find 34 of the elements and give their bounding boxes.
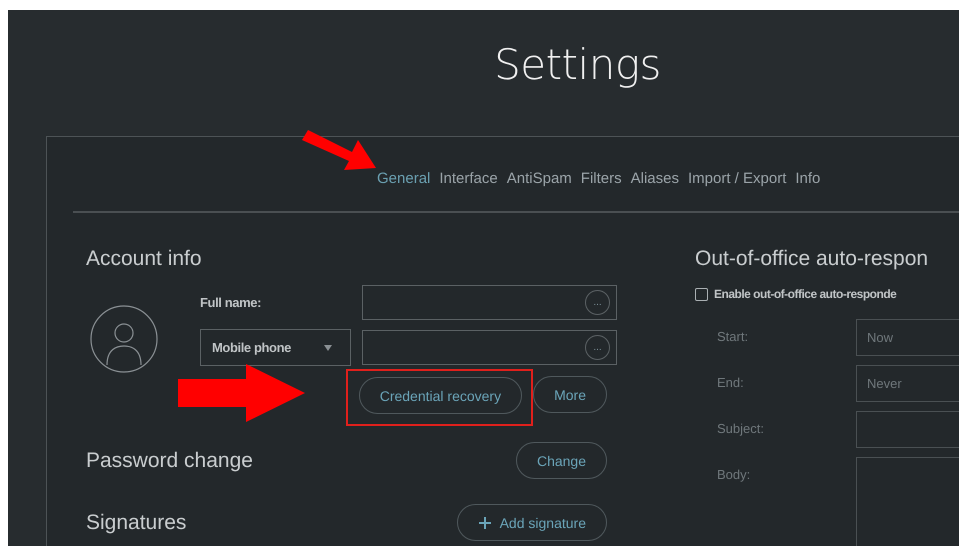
caret-icon bbox=[324, 344, 332, 350]
section-heading: Password change bbox=[86, 448, 253, 472]
page-title: Settings bbox=[494, 40, 661, 91]
more-options-button[interactable]: ... bbox=[585, 290, 610, 315]
settings-tab[interactable]: AntiSpam bbox=[506, 167, 572, 189]
settings-tab[interactable]: Info bbox=[795, 167, 820, 189]
settings-tab[interactable]: Filters bbox=[580, 167, 622, 189]
plus-icon bbox=[478, 516, 492, 530]
settings-tab[interactable]: Import / Export bbox=[688, 167, 786, 189]
pill-button[interactable]: Credential recovery bbox=[358, 377, 522, 414]
arrow-icon bbox=[178, 364, 306, 422]
field-label: End: bbox=[717, 374, 745, 390]
change-button[interactable]: Change bbox=[516, 442, 607, 479]
input-field[interactable]: Never bbox=[856, 365, 959, 402]
settings-tab[interactable]: Aliases bbox=[630, 167, 679, 189]
field-label: Full name: bbox=[200, 295, 262, 310]
section-heading: Signatures bbox=[86, 510, 186, 534]
pill-button[interactable]: More bbox=[533, 376, 607, 413]
checkbox-label: Enable out-of-office auto-responde bbox=[714, 287, 896, 301]
checkbox[interactable] bbox=[695, 288, 708, 300]
field-label: Body: bbox=[717, 466, 752, 482]
input-field[interactable]: ... bbox=[362, 285, 617, 320]
more-options-button[interactable]: ... bbox=[585, 335, 610, 360]
input-field[interactable]: Now bbox=[856, 319, 959, 356]
section-heading: Account info bbox=[86, 247, 203, 271]
section-heading: Out-of-office auto-respon bbox=[695, 247, 930, 271]
input-field[interactable]: ... bbox=[362, 330, 617, 365]
phone-type-dropdown[interactable]: Mobile phone bbox=[200, 329, 351, 366]
field-label: Subject: bbox=[717, 420, 765, 436]
settings-tab[interactable]: General bbox=[377, 167, 430, 189]
avatar-icon bbox=[90, 305, 158, 373]
field-label: Start: bbox=[717, 328, 750, 344]
add-signature-button[interactable]: Add signature bbox=[456, 504, 607, 541]
settings-tab[interactable]: Interface bbox=[439, 167, 498, 189]
